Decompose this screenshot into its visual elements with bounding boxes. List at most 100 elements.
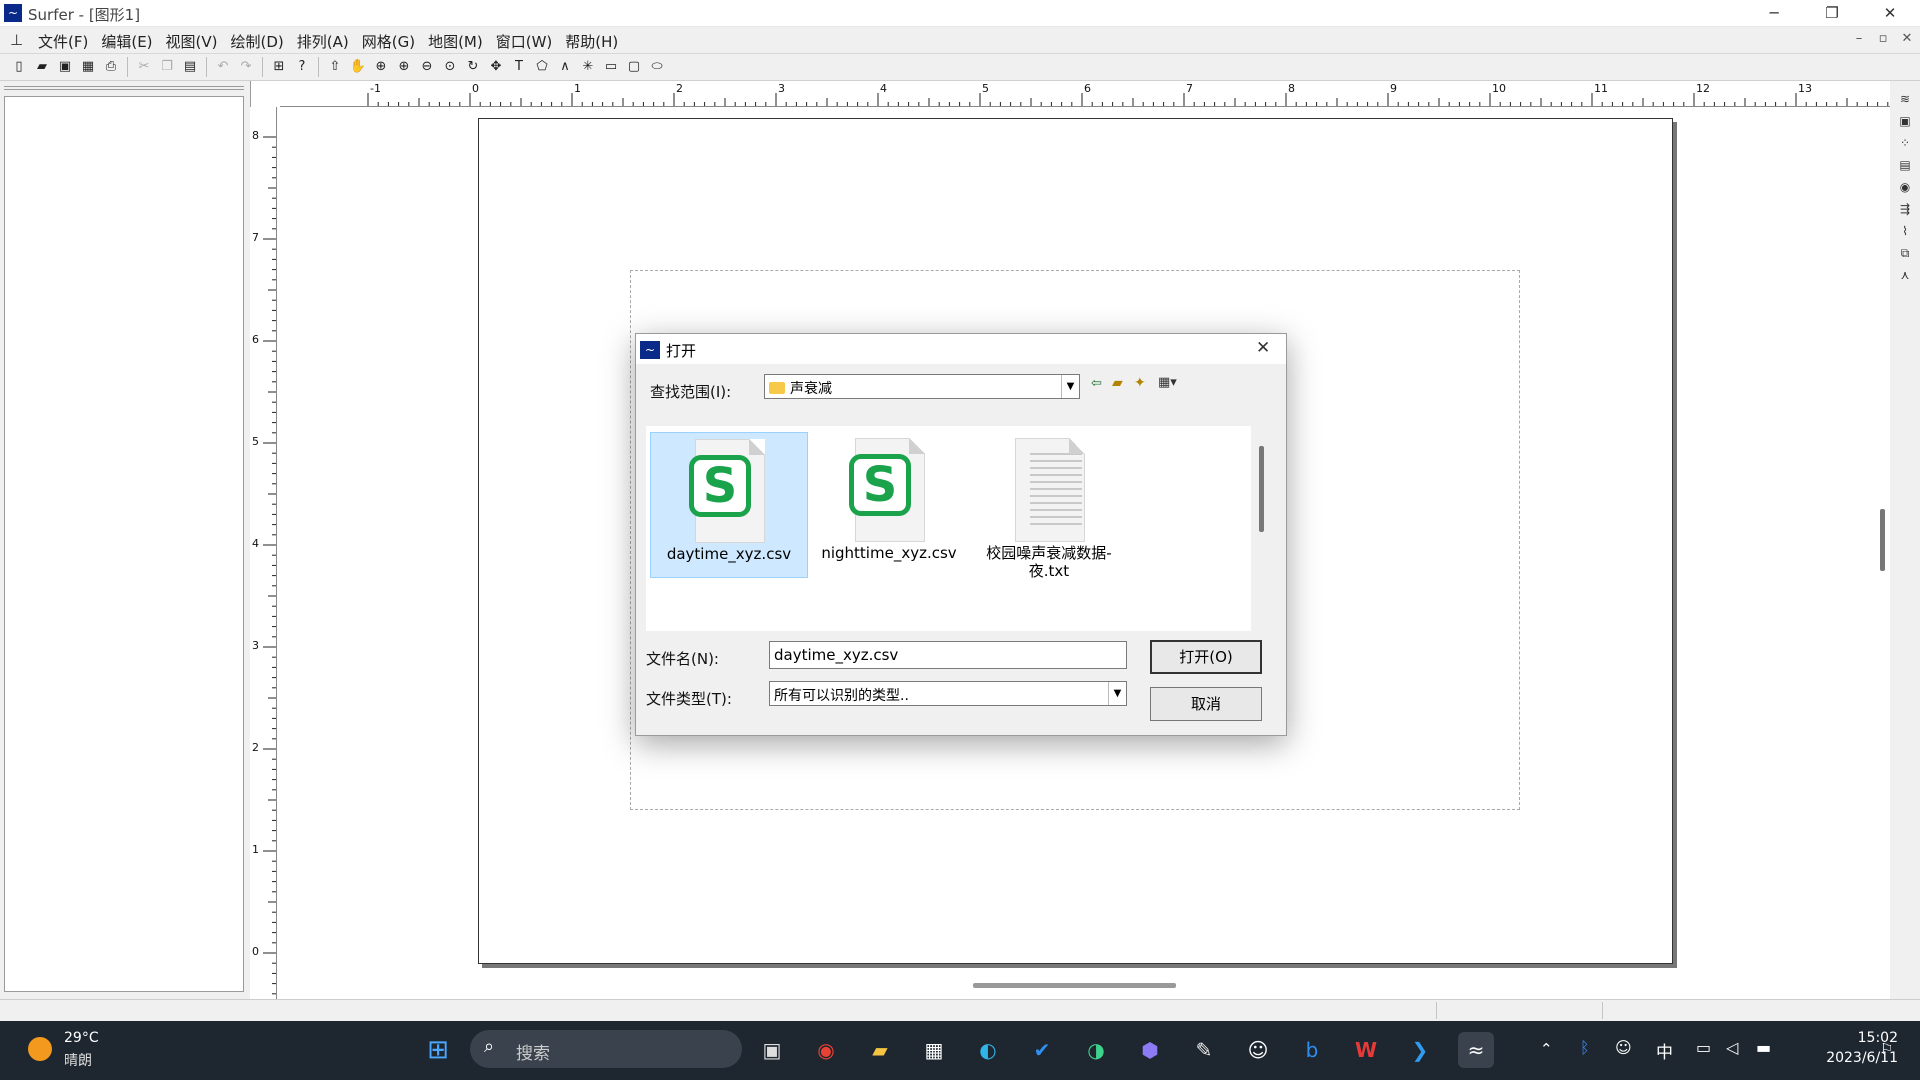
horizontal-scrollbar[interactable] <box>973 983 1176 988</box>
cancel-button[interactable]: 取消 <box>1150 687 1262 721</box>
save-icon[interactable]: ▣ <box>54 56 76 78</box>
paste-icon[interactable]: ▤ <box>179 56 201 78</box>
menu-map[interactable]: 地图(M) <box>424 31 492 52</box>
redo-icon[interactable]: ↷ <box>235 56 257 78</box>
3d-axis-icon[interactable]: ⋏ <box>1896 266 1914 284</box>
surface-icon[interactable]: ⌇ <box>1896 222 1914 240</box>
zoom-rect-icon[interactable]: ⊕ <box>393 56 415 78</box>
file-list-scrollbar[interactable] <box>1259 446 1264 532</box>
menu-grid[interactable]: 网格(G) <box>358 31 424 52</box>
bluetooth-icon[interactable]: ᛒ <box>1580 1038 1590 1057</box>
ellipse-tool-icon[interactable]: ⬭ <box>646 56 668 78</box>
base-map-icon[interactable]: ▣ <box>1896 112 1914 130</box>
file-item-campus-noise[interactable]: 校园噪声衰减数据-夜.txt <box>970 432 1128 580</box>
lookin-combo[interactable]: 声衰减 ▼ <box>764 374 1080 399</box>
symbol-tool-icon[interactable]: ✳ <box>577 56 599 78</box>
minimize-button[interactable]: ─ <box>1746 0 1802 27</box>
pan-hand-icon[interactable]: ✋ <box>347 56 369 78</box>
up-folder-icon[interactable]: ▰ <box>1112 375 1123 391</box>
network-icon[interactable]: ▭ <box>1696 1038 1711 1057</box>
shaded-relief-icon[interactable]: ◉ <box>1896 178 1914 196</box>
file-explorer-icon[interactable]: ▰ <box>862 1032 898 1068</box>
menu-view[interactable]: 视图(V) <box>162 31 227 52</box>
maximize-button[interactable]: ❐ <box>1804 0 1860 27</box>
dialog-close-button[interactable]: ✕ <box>1256 338 1270 358</box>
menu-bar: ⊥ 文件(F) 编辑(E) 视图(V) 绘制(D) 排列(A) 网格(G) 地图… <box>0 27 1920 53</box>
edge-dev-icon[interactable]: ◑ <box>1078 1032 1114 1068</box>
file-item-daytime[interactable]: S daytime_xyz.csv <box>650 432 808 578</box>
view-menu-icon[interactable]: ▦▾ <box>1158 375 1177 390</box>
menu-arrange[interactable]: 排列(A) <box>293 31 358 52</box>
filetype-combo[interactable]: 所有可以识别的类型.. ▼ <box>769 681 1127 706</box>
menu-window[interactable]: 窗口(W) <box>492 31 562 52</box>
worksheet-icon[interactable]: ▦ <box>77 56 99 78</box>
rectangle-tool-icon[interactable]: ▭ <box>600 56 622 78</box>
object-manager-panel[interactable] <box>4 96 244 992</box>
open-folder-icon[interactable]: ▰ <box>31 56 53 78</box>
menu-help[interactable]: 帮助(H) <box>561 31 627 52</box>
file-list[interactable]: S daytime_xyz.csv S nighttime_xyz.csv 校园… <box>646 426 1251 631</box>
mdi-close-button[interactable]: ✕ <box>1896 29 1918 49</box>
close-button[interactable]: ✕ <box>1862 0 1918 27</box>
copy-icon[interactable]: ❐ <box>156 56 178 78</box>
vscode-icon[interactable]: ❯ <box>1402 1032 1438 1068</box>
vertical-scrollbar[interactable] <box>1880 509 1885 571</box>
polyline-tool-icon[interactable]: ∧ <box>554 56 576 78</box>
document-icon[interactable]: ⊥ <box>10 31 28 49</box>
edge-icon[interactable]: ◐ <box>970 1032 1006 1068</box>
notification-icon[interactable]: ⚐ <box>1880 1040 1893 1058</box>
sun-icon[interactable] <box>28 1037 52 1061</box>
polygon-tool-icon[interactable]: ⬠ <box>531 56 553 78</box>
copilot-icon[interactable]: ⬢ <box>1132 1032 1168 1068</box>
task-view-icon[interactable]: ▣ <box>754 1032 790 1068</box>
wps-icon[interactable]: W <box>1348 1032 1384 1068</box>
contour-map-icon[interactable]: ≋ <box>1896 90 1914 108</box>
move-icon[interactable]: ✥ <box>485 56 507 78</box>
image-map-icon[interactable]: ▤ <box>1896 156 1914 174</box>
vector-map-icon[interactable]: ⇶ <box>1896 200 1914 218</box>
new-folder-icon[interactable]: ✦ <box>1134 375 1146 391</box>
cut-icon[interactable]: ✂ <box>133 56 155 78</box>
store-icon[interactable]: ▦ <box>916 1032 952 1068</box>
todo-icon[interactable]: ✔ <box>1024 1032 1060 1068</box>
chrome-icon[interactable]: ◉ <box>808 1032 844 1068</box>
weather-temp[interactable]: 29°C <box>64 1030 99 1046</box>
chevron-down-icon[interactable]: ▼ <box>1108 682 1126 705</box>
surfer-taskbar-icon[interactable]: ≈ <box>1458 1032 1494 1068</box>
qq-icon[interactable]: ☺ <box>1240 1032 1276 1068</box>
file-item-nighttime[interactable]: S nighttime_xyz.csv <box>810 432 968 578</box>
windows-start-icon[interactable]: ⊞ <box>420 1032 456 1068</box>
back-icon[interactable]: ⇦ <box>1091 376 1102 391</box>
open-button[interactable]: 打开(O) <box>1150 640 1262 674</box>
zoom-page-icon[interactable]: ⊙ <box>439 56 461 78</box>
rounded-rect-tool-icon[interactable]: ▢ <box>623 56 645 78</box>
volume-icon[interactable]: ◁ <box>1726 1038 1738 1057</box>
zoom-in-icon[interactable]: ⊕ <box>370 56 392 78</box>
filename-input[interactable]: daytime_xyz.csv <box>769 641 1127 669</box>
taskbar-search[interactable]: ⌕ 搜索 <box>470 1030 742 1068</box>
menu-draw[interactable]: 绘制(D) <box>227 31 293 52</box>
post-map-icon[interactable]: ⁘ <box>1896 134 1914 152</box>
new-icon[interactable]: ▯ <box>8 56 30 78</box>
select-arrow-icon[interactable]: ⇧ <box>324 56 346 78</box>
wireframe-icon[interactable]: ⧉ <box>1896 244 1914 262</box>
print-icon[interactable]: ⎙ <box>100 56 122 78</box>
menu-file[interactable]: 文件(F) <box>34 31 97 52</box>
chevron-up-icon[interactable]: ⌃ <box>1540 1040 1553 1058</box>
menu-edit[interactable]: 编辑(E) <box>97 31 161 52</box>
rotate-icon[interactable]: ↻ <box>462 56 484 78</box>
ime-indicator[interactable]: 中 <box>1656 1038 1673 1063</box>
weather-desc[interactable]: 晴朗 <box>64 1050 92 1070</box>
context-help-icon[interactable]: ? <box>291 56 313 78</box>
qq-tray-icon[interactable]: ☺ <box>1615 1038 1632 1057</box>
mdi-restore-button[interactable]: ▫ <box>1872 29 1894 49</box>
notepad-icon[interactable]: ✎ <box>1186 1032 1222 1068</box>
undo-icon[interactable]: ↶ <box>212 56 234 78</box>
bing-icon[interactable]: b <box>1294 1032 1330 1068</box>
zoom-out-icon[interactable]: ⊖ <box>416 56 438 78</box>
object-manager-icon[interactable]: ⊞ <box>268 56 290 78</box>
text-tool-icon[interactable]: T <box>508 56 530 78</box>
chevron-down-icon[interactable]: ▼ <box>1061 375 1079 398</box>
mdi-minimize-button[interactable]: – <box>1848 29 1870 49</box>
battery-icon[interactable]: ▬ <box>1756 1038 1771 1057</box>
